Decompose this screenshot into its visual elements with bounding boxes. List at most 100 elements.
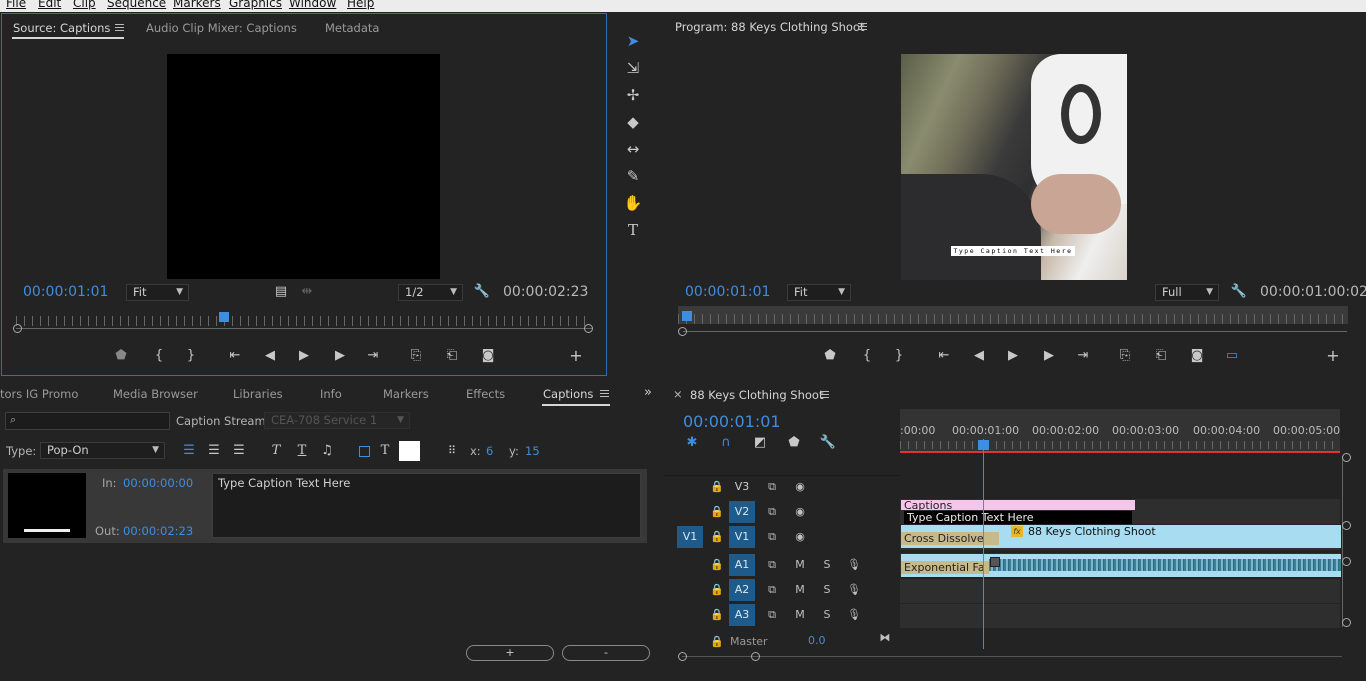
menu-edit[interactable]: Edit bbox=[38, 0, 61, 10]
source-patch-v1[interactable]: V1 bbox=[677, 526, 703, 548]
step-back-icon[interactable]: ◀ bbox=[970, 348, 988, 364]
razor-icon[interactable]: ◆ bbox=[622, 111, 644, 133]
menu-file[interactable]: File bbox=[6, 0, 26, 10]
track-label-v1[interactable]: V1 bbox=[729, 526, 755, 548]
program-zoom-bar[interactable] bbox=[683, 331, 1347, 332]
timeline-playhead[interactable] bbox=[978, 440, 989, 450]
source-playhead-timecode[interactable]: 00:00:01:01 bbox=[23, 284, 108, 300]
overwrite-icon[interactable]: ⎗ bbox=[443, 348, 461, 364]
zoom-handle-left[interactable] bbox=[678, 327, 687, 336]
camera-icon[interactable]: ◙ bbox=[479, 348, 497, 364]
nest-icon[interactable]: ✱ bbox=[683, 435, 701, 451]
sync-lock-icon[interactable]: ⧉ bbox=[765, 505, 779, 519]
lock-icon[interactable]: 🔒 bbox=[710, 505, 724, 518]
marker-icon[interactable]: ⬟ bbox=[112, 348, 130, 364]
timeline-settings-wrench-icon[interactable]: 🔧 bbox=[819, 435, 837, 451]
go-to-end-icon[interactable]: ⧓ bbox=[878, 631, 892, 644]
lock-icon[interactable]: 🔒 bbox=[710, 480, 724, 493]
panel-menu-icon[interactable] bbox=[115, 24, 124, 31]
extract-icon[interactable]: ⎗ bbox=[1152, 348, 1170, 364]
lift-icon[interactable]: ⎘ bbox=[1116, 348, 1134, 364]
step-back-icon[interactable]: ◀ bbox=[261, 348, 279, 364]
italic-icon[interactable]: T bbox=[267, 443, 285, 459]
timeline-title[interactable]: 88 Keys Clothing Shoot bbox=[690, 388, 823, 402]
zoom-handle-left[interactable] bbox=[13, 324, 22, 333]
solo-button[interactable]: S bbox=[820, 558, 834, 571]
eye-icon[interactable]: ◉ bbox=[793, 505, 807, 518]
sync-lock-icon[interactable]: ⧉ bbox=[765, 558, 779, 572]
slip-icon[interactable]: ↔ bbox=[622, 138, 644, 160]
in-timecode[interactable]: 00:00:00:00 bbox=[123, 476, 193, 490]
tab-source[interactable]: Source: Captions bbox=[13, 21, 110, 35]
mute-button[interactable]: M bbox=[793, 608, 807, 621]
selection-tool-icon[interactable]: ➤ bbox=[622, 30, 644, 52]
lock-icon[interactable]: 🔒 bbox=[710, 635, 724, 648]
mark-in-icon[interactable]: { bbox=[858, 348, 876, 364]
sync-lock-icon[interactable]: ⧉ bbox=[765, 530, 779, 544]
sync-lock-icon[interactable]: ⧉ bbox=[765, 608, 779, 622]
linked-selection-icon[interactable]: ◩ bbox=[751, 435, 769, 451]
go-to-in-icon[interactable]: ⇤ bbox=[226, 348, 244, 364]
add-caption-button[interactable]: + bbox=[466, 645, 554, 661]
microphone-icon[interactable]: 🎙 bbox=[847, 608, 861, 621]
menu-window[interactable]: Window bbox=[289, 0, 336, 10]
source-resolution-dropdown[interactable]: 1/2 ▼ bbox=[398, 284, 463, 301]
timeline-playhead-timecode[interactable]: 00:00:01:01 bbox=[683, 412, 781, 431]
microphone-icon[interactable]: 🎙 bbox=[847, 558, 861, 571]
track-select-icon[interactable]: ⇲ bbox=[622, 57, 644, 79]
caption-clip-text[interactable]: Type Caption Text Here bbox=[904, 511, 1132, 524]
program-title[interactable]: Program: 88 Keys Clothing Shoot bbox=[675, 20, 865, 34]
marker-icon[interactable]: ⬟ bbox=[821, 348, 839, 364]
pen-icon[interactable]: ✎ bbox=[622, 165, 644, 187]
scroll-handle[interactable] bbox=[1342, 618, 1351, 627]
program-resolution-dropdown[interactable]: Full ▼ bbox=[1155, 284, 1219, 301]
hand-icon[interactable]: ✋ bbox=[622, 192, 644, 214]
wrench-icon[interactable]: 🔧 bbox=[473, 284, 491, 300]
caption-text-field[interactable]: Type Caption Text Here bbox=[212, 473, 641, 538]
step-forward-icon[interactable]: ▶ bbox=[1040, 348, 1058, 364]
tab-media-browser[interactable]: Media Browser bbox=[113, 387, 198, 401]
tab-effects[interactable]: Effects bbox=[466, 387, 505, 401]
track-label-v3[interactable]: V3 bbox=[729, 476, 755, 498]
add-button-icon[interactable]: + bbox=[1324, 348, 1342, 364]
play-icon[interactable]: ▶ bbox=[295, 348, 313, 364]
go-to-out-icon[interactable]: ⇥ bbox=[364, 348, 382, 364]
scroll-handle[interactable] bbox=[1342, 453, 1351, 462]
track-label-a1[interactable]: A1 bbox=[729, 554, 755, 576]
wrench-icon[interactable]: 🔧 bbox=[1230, 284, 1248, 300]
y-value[interactable]: 15 bbox=[525, 444, 540, 458]
mark-out-icon[interactable]: } bbox=[890, 348, 908, 364]
caption-list-item[interactable]: In: 00:00:00:00 Out: 00:00:02:23 Type Ca… bbox=[3, 469, 647, 543]
solo-button[interactable]: S bbox=[820, 583, 834, 596]
exponential-fade-transition[interactable]: Exponential Fa bbox=[901, 561, 989, 574]
track-label-a2[interactable]: A2 bbox=[729, 579, 755, 601]
type-tool-icon[interactable]: T bbox=[622, 219, 644, 241]
out-timecode[interactable]: 00:00:02:23 bbox=[123, 524, 193, 538]
eye-icon[interactable]: ◉ bbox=[793, 530, 807, 543]
tab-info[interactable]: Info bbox=[320, 387, 342, 401]
play-icon[interactable]: ▶ bbox=[1004, 348, 1022, 364]
go-to-out-icon[interactable]: ⇥ bbox=[1074, 348, 1092, 364]
microphone-icon[interactable]: 🎙 bbox=[847, 583, 861, 596]
sync-lock-icon[interactable]: ⧉ bbox=[765, 480, 779, 494]
horizontal-scroll-track[interactable] bbox=[682, 656, 1342, 657]
tab-audio-clip-mixer[interactable]: Audio Clip Mixer: Captions bbox=[146, 21, 297, 35]
mark-in-icon[interactable]: { bbox=[150, 348, 168, 364]
zoom-handle-left[interactable] bbox=[678, 652, 687, 661]
align-left-icon[interactable]: ☰ bbox=[180, 443, 198, 459]
lock-icon[interactable]: 🔒 bbox=[710, 530, 724, 543]
mark-out-icon[interactable]: } bbox=[182, 348, 200, 364]
tab-metadata[interactable]: Metadata bbox=[325, 21, 379, 35]
zoom-handle-right[interactable] bbox=[751, 652, 760, 661]
mute-button[interactable]: M bbox=[793, 583, 807, 596]
source-zoom-dropdown[interactable]: Fit ▼ bbox=[126, 284, 189, 301]
solo-button[interactable]: S bbox=[820, 608, 834, 621]
camera-icon[interactable]: ◙ bbox=[1188, 348, 1206, 364]
sync-lock-icon[interactable]: ⧉ bbox=[765, 583, 779, 597]
add-button-icon[interactable]: + bbox=[567, 348, 585, 364]
vertical-scroll-track[interactable] bbox=[1342, 457, 1343, 627]
panel-menu-icon[interactable] bbox=[858, 23, 867, 30]
panel-menu-icon[interactable] bbox=[820, 391, 829, 398]
track-label-a3[interactable]: A3 bbox=[729, 604, 755, 626]
color-swatch[interactable] bbox=[399, 441, 420, 461]
